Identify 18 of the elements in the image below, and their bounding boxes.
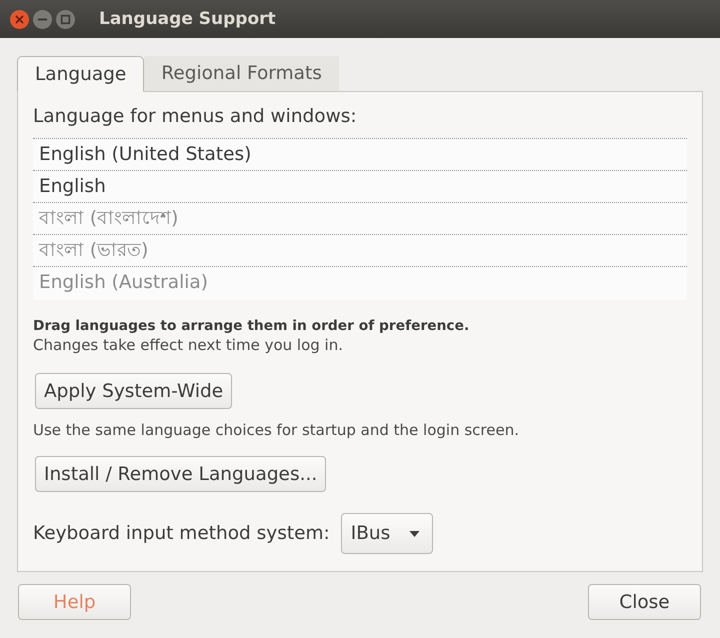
- language-item[interactable]: English (United States): [33, 138, 687, 170]
- list-label: Language for menus and windows:: [33, 105, 357, 129]
- maximize-icon[interactable]: [56, 10, 75, 28]
- caret-icon: [408, 530, 420, 536]
- apply-system-wide-button[interactable]: Apply System-Wide: [35, 373, 232, 409]
- hint-text: Changes take effect next time you log in.: [33, 336, 343, 355]
- apply-note: Use the same language choices for startup and the login screen.: [33, 421, 519, 440]
- tab[interactable]: Regional Formats: [144, 56, 339, 92]
- close-icon[interactable]: [10, 10, 29, 28]
- close-button[interactable]: Close: [588, 584, 701, 620]
- input-method-label: Keyboard input method system:: [33, 522, 330, 546]
- minimize-icon[interactable]: [33, 10, 52, 28]
- hint-title: Drag languages to arrange them in order of preference.: [33, 317, 470, 336]
- language-item[interactable]: English: [33, 170, 687, 202]
- tab[interactable]: Language: [17, 56, 144, 92]
- window-title: Language Support: [99, 9, 276, 29]
- input-method-dropdown[interactable]: IBus: [340, 513, 433, 554]
- install-remove-button[interactable]: Install / Remove Languages...: [35, 456, 326, 492]
